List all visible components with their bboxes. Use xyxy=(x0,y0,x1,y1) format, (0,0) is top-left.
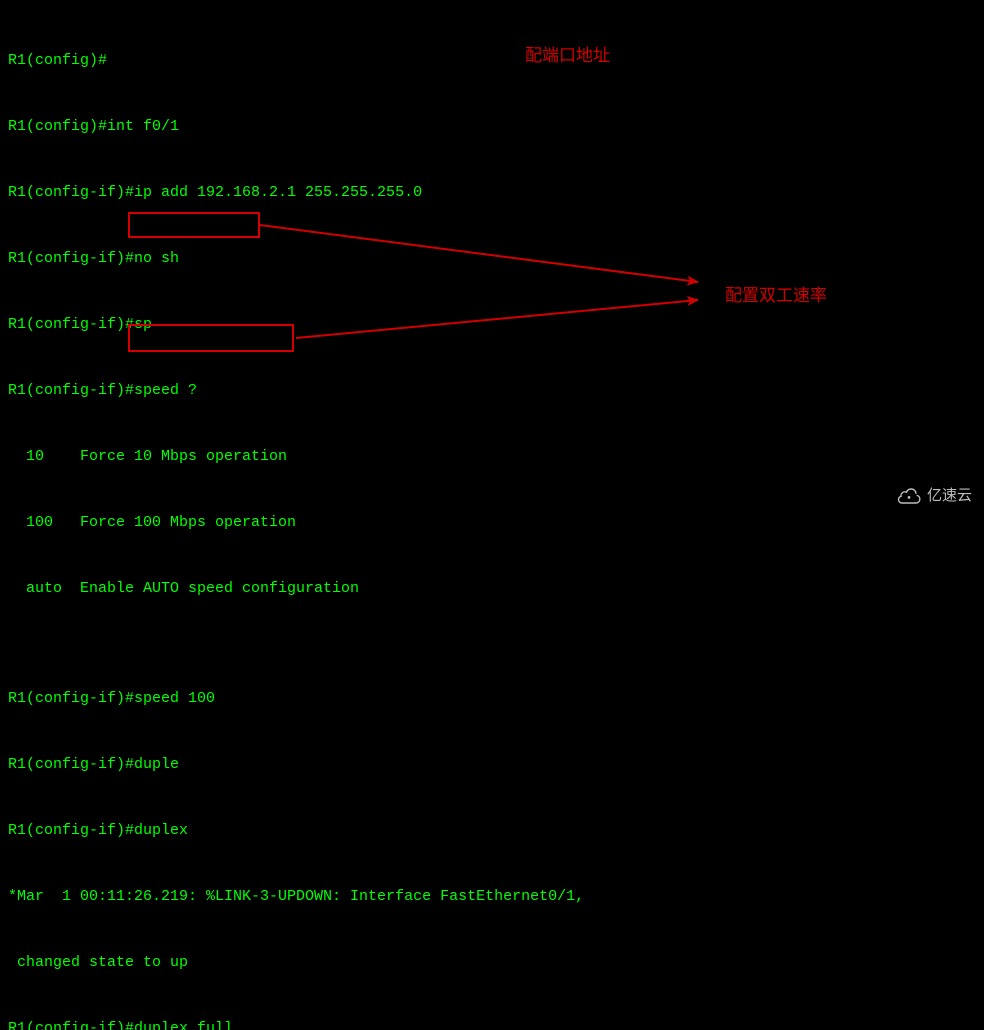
terminal-line: auto Enable AUTO speed configuration xyxy=(8,578,976,600)
annotation-port-address: 配端口地址 xyxy=(525,45,610,67)
terminal-line: R1(config-if)#sp xyxy=(8,314,976,336)
cloud-icon xyxy=(895,487,923,505)
terminal-line: R1(config-if)#duplex xyxy=(8,820,976,842)
terminal-line: R1(config-if)#duple xyxy=(8,754,976,776)
terminal-line: R1(config-if)#speed 100 xyxy=(8,688,976,710)
watermark: 亿速云 xyxy=(895,485,972,507)
terminal-line: R1(config-if)#ip add 192.168.2.1 255.255… xyxy=(8,182,976,204)
terminal-line: *Mar 1 00:11:26.219: %LINK-3-UPDOWN: Int… xyxy=(8,886,976,908)
terminal-line: 10 Force 10 Mbps operation xyxy=(8,446,976,468)
terminal-output: R1(config)# R1(config)#int f0/1 R1(confi… xyxy=(8,6,976,1030)
terminal-line: R1(config-if)#speed ? xyxy=(8,380,976,402)
watermark-text: 亿速云 xyxy=(927,485,972,507)
terminal-line: R1(config-if)#duplex full xyxy=(8,1018,976,1030)
terminal-line: R1(config-if)#no sh xyxy=(8,248,976,270)
terminal-line: R1(config)# xyxy=(8,50,976,72)
terminal-line: changed state to up xyxy=(8,952,976,974)
annotation-duplex-rate: 配置双工速率 xyxy=(725,285,827,307)
terminal-line: 100 Force 100 Mbps operation xyxy=(8,512,976,534)
terminal-line: R1(config)#int f0/1 xyxy=(8,116,976,138)
